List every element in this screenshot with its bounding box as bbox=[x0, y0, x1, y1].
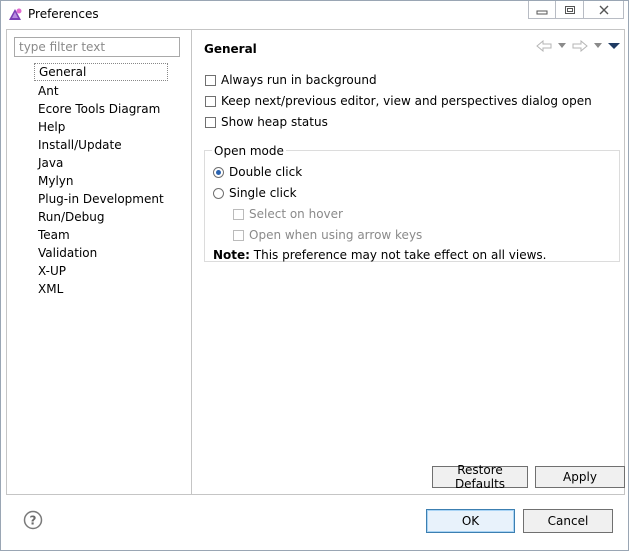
window-controls bbox=[528, 1, 624, 21]
tree-item-install-update[interactable]: Install/Update bbox=[34, 136, 168, 154]
double-click-option[interactable]: Double click bbox=[213, 163, 302, 181]
cancel-button[interactable]: Cancel bbox=[523, 509, 613, 533]
single-click-label: Single click bbox=[229, 186, 297, 200]
note-row: Note: This preference may not take effec… bbox=[213, 246, 547, 264]
preferences-window: Preferences General Ant Ecore Tools Diag… bbox=[0, 0, 629, 551]
select-on-hover-option[interactable]: Select on hover bbox=[233, 205, 343, 223]
tree-item-general[interactable]: General bbox=[34, 63, 168, 81]
tree-item-ecore-tools-diagram[interactable]: Ecore Tools Diagram bbox=[34, 100, 168, 118]
open-mode-label: Open mode bbox=[212, 144, 286, 158]
tree-item-mylyn[interactable]: Mylyn bbox=[34, 172, 168, 190]
double-click-label: Double click bbox=[229, 165, 303, 179]
title-bar: Preferences bbox=[1, 1, 628, 29]
tree-item-x-up[interactable]: X-UP bbox=[34, 262, 168, 280]
dialog-body: General Ant Ecore Tools Diagram Help Ins… bbox=[6, 29, 625, 495]
navigation-pane: General Ant Ecore Tools Diagram Help Ins… bbox=[7, 30, 192, 494]
window-title: Preferences bbox=[28, 7, 99, 21]
tree-item-team[interactable]: Team bbox=[34, 226, 168, 244]
show-heap-label: Show heap status bbox=[221, 115, 328, 129]
minimize-button[interactable] bbox=[528, 1, 556, 19]
help-icon[interactable]: ? bbox=[23, 510, 43, 530]
tree-item-plug-in-development[interactable]: Plug-in Development bbox=[34, 190, 168, 208]
preference-page: General Always run in background Keep ne… bbox=[192, 30, 625, 494]
view-menu-icon[interactable] bbox=[608, 42, 620, 50]
always-run-option[interactable]: Always run in background bbox=[205, 71, 377, 89]
svg-text:?: ? bbox=[30, 514, 37, 528]
ok-button[interactable]: OK bbox=[426, 509, 515, 533]
open-mode-group: Open mode Double click Single click Sele… bbox=[204, 144, 620, 264]
select-on-hover-label: Select on hover bbox=[249, 207, 343, 221]
tree-item-help[interactable]: Help bbox=[34, 118, 168, 136]
tree-item-run-debug[interactable]: Run/Debug bbox=[34, 208, 168, 226]
keep-next-checkbox[interactable] bbox=[205, 95, 216, 107]
note-text: This preference may not take effect on a… bbox=[249, 248, 547, 262]
tree-item-validation[interactable]: Validation bbox=[34, 244, 168, 262]
page-nav-toolbar bbox=[536, 40, 620, 52]
select-on-hover-checkbox[interactable] bbox=[233, 208, 244, 220]
double-click-radio[interactable] bbox=[213, 166, 224, 178]
single-click-option[interactable]: Single click bbox=[213, 184, 297, 202]
open-arrow-keys-label: Open when using arrow keys bbox=[249, 228, 423, 242]
note-bold: Note: bbox=[213, 248, 250, 262]
tree-item-ant[interactable]: Ant bbox=[34, 82, 168, 100]
single-click-radio[interactable] bbox=[213, 187, 224, 199]
preference-tree: General Ant Ecore Tools Diagram Help Ins… bbox=[34, 62, 168, 298]
tree-item-java[interactable]: Java bbox=[34, 154, 168, 172]
restore-defaults-button[interactable]: Restore Defaults bbox=[432, 463, 528, 491]
app-icon bbox=[7, 7, 23, 23]
forward-dropdown-icon[interactable] bbox=[594, 43, 602, 49]
open-arrow-keys-checkbox[interactable] bbox=[233, 229, 244, 241]
apply-button[interactable]: Apply bbox=[535, 466, 625, 488]
restore-icon bbox=[564, 5, 575, 14]
always-run-label: Always run in background bbox=[221, 73, 377, 87]
back-dropdown-icon[interactable] bbox=[558, 43, 566, 49]
forward-arrow-icon[interactable] bbox=[572, 40, 588, 52]
show-heap-checkbox[interactable] bbox=[205, 116, 216, 128]
back-arrow-icon[interactable] bbox=[536, 40, 552, 52]
tree-item-xml[interactable]: XML bbox=[34, 280, 168, 298]
minimize-icon bbox=[536, 10, 548, 14]
close-icon bbox=[599, 5, 608, 14]
restore-button[interactable] bbox=[556, 1, 584, 19]
close-button[interactable] bbox=[584, 1, 624, 19]
keep-next-option[interactable]: Keep next/previous editor, view and pers… bbox=[205, 92, 592, 110]
page-title: General bbox=[204, 42, 257, 56]
open-arrow-keys-option[interactable]: Open when using arrow keys bbox=[233, 226, 422, 244]
keep-next-label: Keep next/previous editor, view and pers… bbox=[221, 94, 592, 108]
always-run-checkbox[interactable] bbox=[205, 74, 216, 86]
filter-input[interactable] bbox=[14, 37, 180, 57]
show-heap-option[interactable]: Show heap status bbox=[205, 113, 328, 131]
